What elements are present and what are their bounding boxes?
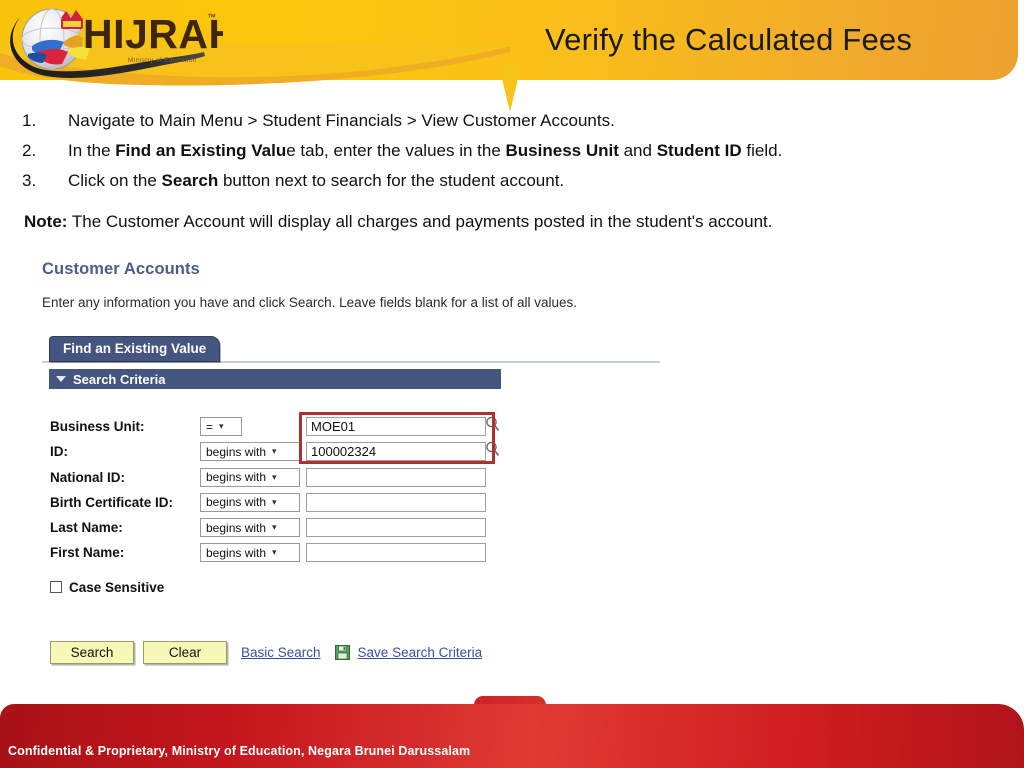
search-criteria-label: Search Criteria bbox=[73, 371, 166, 387]
field-row-birth-certificate-id: Birth Certificate ID: begins with ▾ bbox=[50, 491, 530, 516]
operator-select-birth-certificate-id[interactable]: begins with ▾ bbox=[200, 492, 300, 512]
step-item: 2. In the Find an Existing Value tab, en… bbox=[22, 138, 1002, 164]
id-input[interactable]: 100002324 bbox=[306, 442, 486, 462]
case-sensitive-label: Case Sensitive bbox=[69, 579, 165, 595]
search-criteria-header[interactable]: Search Criteria bbox=[49, 369, 501, 389]
save-floppy-icon[interactable] bbox=[334, 644, 350, 660]
id-value: 100002324 bbox=[311, 444, 377, 460]
note-text: The Customer Account will display all ch… bbox=[67, 212, 773, 231]
footer-band-shape bbox=[0, 704, 1024, 768]
hijrah-logo: HIJRAH ™ Ministry of Education bbox=[8, 2, 223, 78]
lookup-icon-id[interactable] bbox=[483, 441, 501, 458]
operator-value: begins with bbox=[206, 545, 267, 560]
birth-certificate-id-input[interactable] bbox=[306, 492, 486, 512]
page-title: Verify the Calculated Fees bbox=[545, 22, 913, 57]
step-item: 3. Click on the Search button next to se… bbox=[22, 168, 1002, 194]
operator-value: begins with bbox=[206, 520, 267, 535]
lookup-icon-business-unit[interactable] bbox=[483, 416, 501, 433]
save-search-criteria-link[interactable]: Save Search Criteria bbox=[358, 645, 483, 660]
note-block: Note: The Customer Account will display … bbox=[24, 210, 773, 234]
footer-banner: Confidential & Proprietary, Ministry of … bbox=[0, 690, 1024, 768]
chevron-down-icon: ▾ bbox=[272, 496, 277, 507]
operator-value: begins with bbox=[206, 444, 267, 459]
field-row-first-name: First Name: begins with ▾ bbox=[50, 541, 530, 566]
svg-text:™: ™ bbox=[207, 12, 216, 22]
operator-select-id[interactable]: begins with ▾ bbox=[200, 442, 300, 462]
operator-select-business-unit[interactable]: = ▾ bbox=[200, 417, 242, 436]
case-sensitive-row[interactable]: Case Sensitive bbox=[50, 580, 682, 595]
first-name-input[interactable] bbox=[306, 543, 486, 563]
field-row-national-id: National ID: begins with ▾ bbox=[50, 466, 530, 491]
field-row-id: ID: begins with ▾ 100002324 bbox=[50, 440, 530, 465]
step-number: 3. bbox=[22, 171, 37, 190]
business-unit-input[interactable]: MOE01 bbox=[306, 417, 486, 436]
chevron-down-icon: ▾ bbox=[219, 421, 224, 431]
operator-value: = bbox=[206, 419, 214, 434]
svg-text:HIJRAH: HIJRAH bbox=[83, 11, 223, 57]
step-number: 2. bbox=[22, 141, 37, 160]
clear-button[interactable]: Clear bbox=[143, 640, 227, 664]
step-text: Click on the Search button next to searc… bbox=[68, 171, 565, 190]
collapse-caret-icon[interactable] bbox=[56, 376, 66, 382]
search-field-grid: Business Unit: = ▾ MOE01 ID: begins with… bbox=[50, 412, 530, 567]
field-row-business-unit: Business Unit: = ▾ MOE01 bbox=[50, 415, 530, 440]
operator-select-first-name[interactable]: begins with ▾ bbox=[200, 543, 300, 563]
header-banner: HIJRAH ™ Ministry of Education Verify th… bbox=[0, 0, 1024, 120]
chevron-down-icon: ▾ bbox=[272, 471, 277, 482]
basic-search-link[interactable]: Basic Search bbox=[241, 645, 321, 660]
case-sensitive-checkbox[interactable] bbox=[50, 581, 62, 594]
field-label: Last Name: bbox=[50, 520, 123, 536]
field-label: Business Unit: bbox=[50, 419, 145, 434]
tab-find-an-existing-value[interactable]: Find an Existing Value bbox=[49, 336, 221, 362]
ps-tab-row: Find an Existing Value bbox=[42, 336, 682, 363]
field-label: ID: bbox=[50, 444, 68, 460]
form-button-row: Search Clear Basic Search Save Search Cr… bbox=[50, 640, 682, 664]
national-id-input[interactable] bbox=[306, 467, 486, 487]
chevron-down-icon: ▾ bbox=[272, 547, 277, 558]
step-text: Navigate to Main Menu > Student Financia… bbox=[68, 111, 615, 130]
ps-instruction: Enter any information you have and click… bbox=[42, 295, 578, 310]
field-label: First Name: bbox=[50, 545, 125, 561]
field-label: Birth Certificate ID: bbox=[50, 494, 174, 510]
field-row-last-name: Last Name: begins with ▾ bbox=[50, 516, 530, 541]
note-label: Note: bbox=[24, 212, 68, 231]
operator-value: begins with bbox=[206, 470, 267, 485]
step-text: In the Find an Existing Value tab, enter… bbox=[68, 141, 783, 160]
operator-select-last-name[interactable]: begins with ▾ bbox=[200, 518, 300, 538]
chevron-down-icon: ▾ bbox=[272, 446, 277, 457]
svg-text:Ministry of Education: Ministry of Education bbox=[128, 57, 197, 64]
slide-root: HIJRAH ™ Ministry of Education Verify th… bbox=[0, 0, 1024, 768]
business-unit-value: MOE01 bbox=[311, 419, 356, 434]
ps-page-title: Customer Accounts bbox=[42, 260, 200, 278]
field-label: National ID: bbox=[50, 469, 126, 485]
chevron-down-icon: ▾ bbox=[272, 522, 277, 533]
step-item: 1. Navigate to Main Menu > Student Finan… bbox=[22, 108, 1002, 134]
peoplesoft-screenshot: Customer Accounts Enter any information … bbox=[42, 260, 682, 664]
hijrah-wordmark: HIJRAH bbox=[83, 11, 223, 57]
footer-text: Confidential & Proprietary, Ministry of … bbox=[8, 744, 471, 758]
search-form: Business Unit: = ▾ MOE01 ID: begins with… bbox=[50, 412, 682, 664]
search-button[interactable]: Search bbox=[50, 640, 134, 664]
operator-value: begins with bbox=[206, 495, 267, 510]
last-name-input[interactable] bbox=[306, 518, 486, 538]
instruction-steps: 1. Navigate to Main Menu > Student Finan… bbox=[22, 108, 1002, 198]
step-number: 1. bbox=[22, 111, 37, 130]
operator-select-national-id[interactable]: begins with ▾ bbox=[200, 467, 300, 487]
